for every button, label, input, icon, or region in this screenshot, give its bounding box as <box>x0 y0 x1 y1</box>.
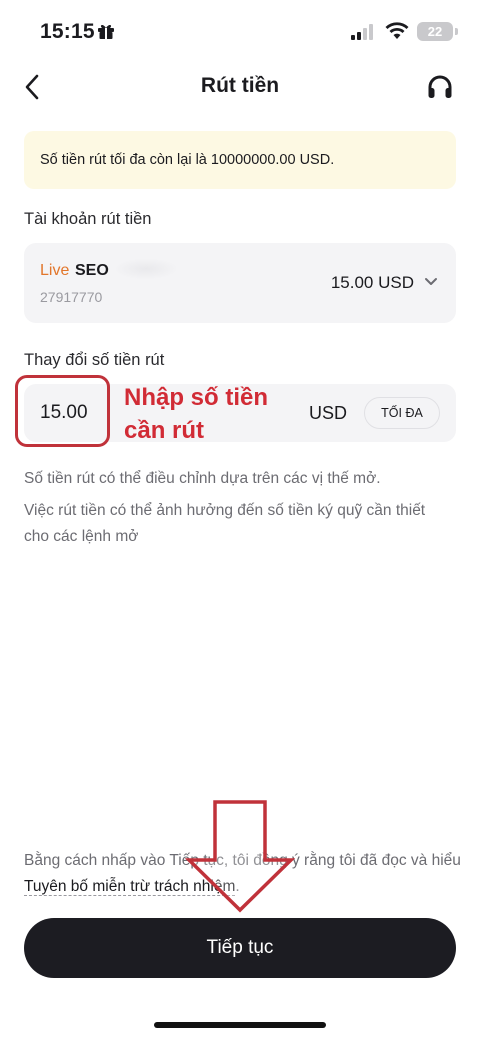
account-section-label: Tài khoản rút tiền <box>24 210 152 228</box>
signal-icon <box>351 24 373 40</box>
continue-button[interactable]: Tiếp tục <box>24 918 456 978</box>
nav-header: Rút tiền <box>0 62 480 112</box>
status-time: 15:15 <box>40 20 95 43</box>
status-bar: 15:15 22 <box>0 0 480 62</box>
info-line-2: Việc rút tiền có thể ảnh hưởng đến số ti… <box>24 502 426 519</box>
headset-icon[interactable] <box>427 74 453 100</box>
blurred-text <box>116 259 176 279</box>
amount-section-label: Thay đổi số tiền rút <box>24 351 165 369</box>
battery-tip <box>455 28 458 35</box>
max-withdrawal-notice: Số tiền rút tối đa còn lại là 10000000.0… <box>24 131 456 189</box>
annotation-arrow-icon <box>185 800 295 913</box>
annotation-text: Nhập số tiền cần rút <box>124 381 304 447</box>
info-line-1: Số tiền rút có thể điều chỉnh dựa trên c… <box>24 470 381 487</box>
account-selector[interactable]: Live SEO 27917770 15.00 USD <box>24 243 456 323</box>
home-indicator <box>154 1022 326 1028</box>
amount-currency: USD <box>309 403 348 423</box>
account-name: SEO <box>75 262 109 279</box>
annotation-highlight-box <box>15 375 110 447</box>
account-type: Live <box>40 262 70 279</box>
battery-icon: 22 <box>417 22 453 41</box>
info-line-3: cho các lệnh mở <box>24 528 139 545</box>
max-amount-button[interactable]: TỐI ĐA <box>364 397 440 429</box>
chevron-down-icon <box>425 278 437 285</box>
gift-icon <box>98 24 114 39</box>
account-number: 27917770 <box>40 289 103 305</box>
annotation-line-1: Nhập số tiền <box>124 384 269 411</box>
annotation-line-2: cần rút <box>124 417 205 444</box>
wifi-icon <box>385 22 409 39</box>
account-balance: 15.00 USD <box>330 273 414 292</box>
page-title: Rút tiền <box>200 74 280 97</box>
